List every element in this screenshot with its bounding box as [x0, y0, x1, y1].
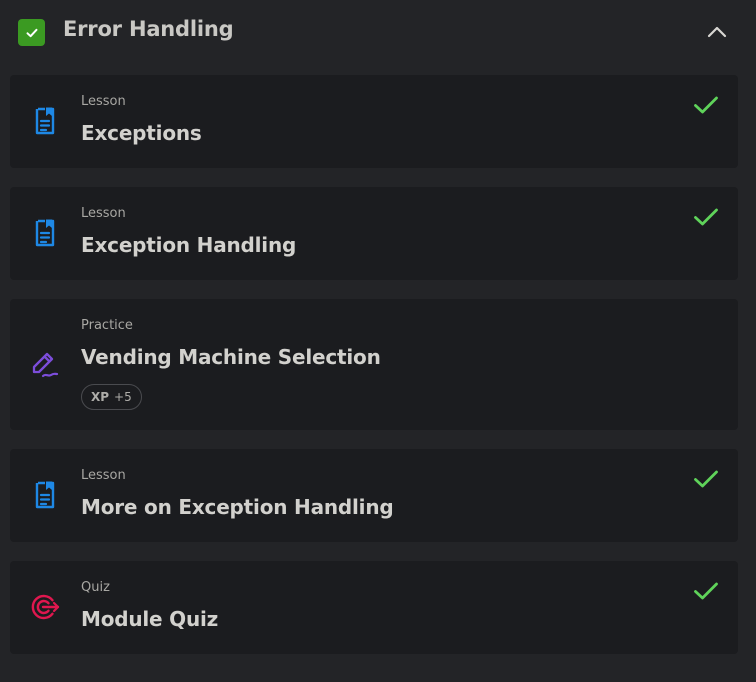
module-header[interactable]: Error Handling	[0, 0, 756, 64]
module-section: Error Handling Lesson Exceptions Lesson …	[0, 0, 756, 682]
collapse-button[interactable]	[704, 20, 730, 44]
item-title: Module Quiz	[81, 607, 219, 631]
practice-pencil-icon	[30, 349, 60, 379]
item-type-label: Lesson	[81, 94, 126, 109]
quiz-item-module-quiz[interactable]: Quiz Module Quiz	[10, 561, 738, 654]
lesson-document-icon	[30, 218, 60, 248]
chevron-up-icon	[707, 26, 727, 38]
item-title: Exceptions	[81, 121, 202, 145]
completed-check-icon	[693, 94, 719, 116]
lesson-document-icon	[30, 106, 60, 136]
lesson-item-more-on-exception-handling[interactable]: Lesson More on Exception Handling	[10, 449, 738, 542]
item-type-label: Quiz	[81, 580, 110, 595]
lesson-item-exception-handling[interactable]: Lesson Exception Handling	[10, 187, 738, 280]
completed-check-icon	[693, 468, 719, 490]
lesson-item-exceptions[interactable]: Lesson Exceptions	[10, 75, 738, 168]
module-complete-checkbox	[18, 19, 45, 46]
completed-check-icon	[693, 580, 719, 602]
completed-check-icon	[693, 206, 719, 228]
checkmark-icon	[26, 28, 37, 37]
item-title: Vending Machine Selection	[81, 345, 381, 369]
item-title: More on Exception Handling	[81, 495, 394, 519]
item-title: Exception Handling	[81, 233, 297, 257]
practice-item-vending-machine[interactable]: Practice Vending Machine Selection XP +5	[10, 299, 738, 430]
xp-label: XP	[91, 390, 110, 404]
lesson-document-icon	[30, 480, 60, 510]
xp-badge: XP +5	[81, 384, 142, 410]
xp-value: +5	[114, 390, 132, 404]
item-type-label: Lesson	[81, 206, 126, 221]
item-type-label: Lesson	[81, 468, 126, 483]
quiz-target-icon	[30, 592, 60, 622]
item-type-label: Practice	[81, 318, 133, 333]
module-title: Error Handling	[63, 17, 234, 41]
